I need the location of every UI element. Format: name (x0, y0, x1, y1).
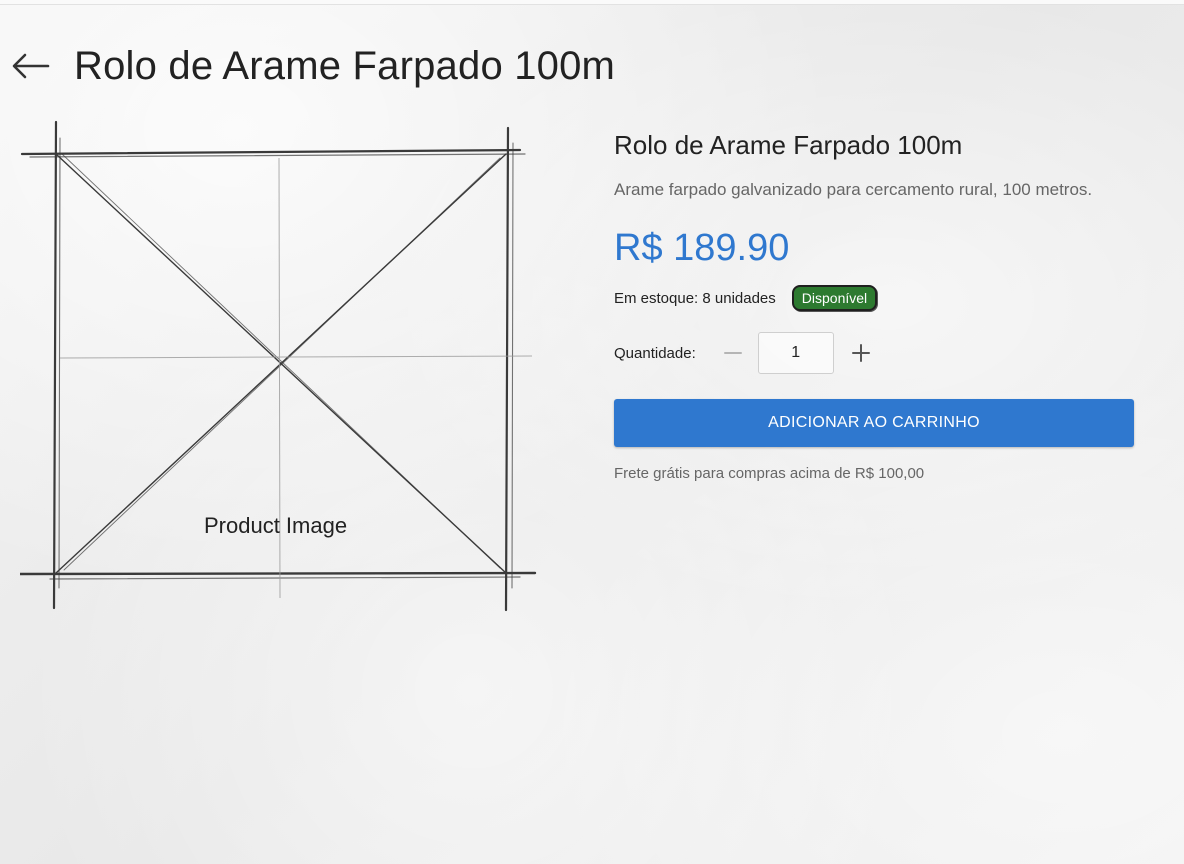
quantity-row: Quantidade: (614, 331, 1134, 375)
availability-badge: Disponível (791, 285, 878, 311)
stock-text: Em estoque: 8 unidades (614, 289, 776, 307)
quantity-input[interactable] (757, 332, 834, 374)
add-to-cart-button[interactable]: ADICIONAR AO CARRINHO (614, 399, 1134, 447)
stock-row: Em estoque: 8 unidades Disponível (614, 285, 1134, 311)
quantity-label: Quantidade: (614, 344, 696, 362)
page-header: Rolo de Arame Farpado 100m (8, 38, 615, 94)
image-placeholder-sketch (20, 120, 537, 612)
minus-icon (723, 352, 742, 354)
window-top-edge (0, 0, 1184, 5)
arrow-left-icon (12, 53, 50, 79)
shipping-note: Frete grátis para compras acima de R$ 10… (614, 465, 925, 482)
quantity-increment-button[interactable] (850, 342, 872, 364)
back-button[interactable] (8, 44, 52, 88)
product-description: Arame farpado galvanizado para cercament… (614, 180, 1093, 199)
quantity-decrement-button[interactable] (722, 342, 744, 364)
product-image-placeholder: Product Image (20, 118, 542, 616)
plus-icon (851, 344, 870, 362)
image-placeholder-label: Product Image (204, 513, 348, 538)
product-name: Rolo de Arame Farpado 100m (614, 130, 963, 160)
product-details: Rolo de Arame Farpado 100m Arame farpado… (614, 130, 1134, 482)
product-price: R$ 189.90 (614, 227, 790, 269)
page-title: Rolo de Arame Farpado 100m (74, 43, 616, 88)
